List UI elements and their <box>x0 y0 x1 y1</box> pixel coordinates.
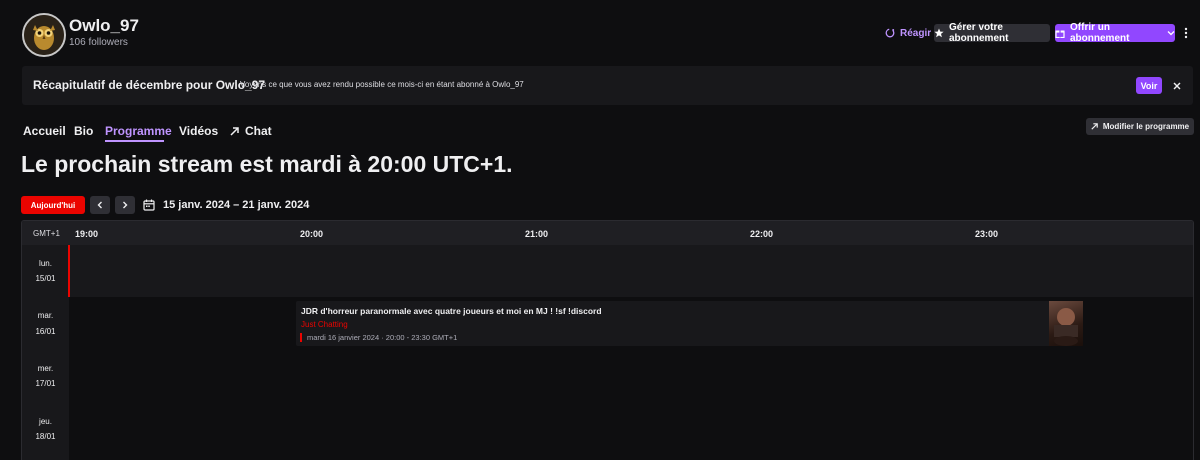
schedule-grid: GMT+1 19:00 20:00 21:00 22:00 23:00 lun.… <box>21 220 1194 460</box>
chevron-left-icon <box>96 201 104 209</box>
recap-title: Récapitulatif de décembre pour Owlo_97 <box>33 78 266 92</box>
category-color-bar <box>300 333 302 342</box>
hour-header: GMT+1 19:00 20:00 21:00 22:00 23:00 <box>22 221 1193 245</box>
category-thumbnail[interactable] <box>1049 301 1083 346</box>
recap-banner: Récapitulatif de décembre pour Owlo_97 V… <box>22 66 1193 105</box>
follower-count: 106 followers <box>69 37 128 48</box>
close-icon[interactable] <box>1170 77 1184 94</box>
next-week-button[interactable] <box>115 196 135 214</box>
tab-programme[interactable]: Programme <box>105 124 172 138</box>
day-date: 15/01 <box>35 274 56 283</box>
day-date: 18/01 <box>35 432 56 441</box>
tab-videos[interactable]: Vidéos <box>179 124 218 138</box>
react-icon <box>885 28 895 38</box>
tab-chat-label: Chat <box>245 124 272 138</box>
tab-accueil[interactable]: Accueil <box>23 124 66 138</box>
stream-category[interactable]: Just Chatting <box>301 320 348 329</box>
gift-subscription-button[interactable]: Offrir un abonnement <box>1055 22 1175 44</box>
today-button[interactable]: Aujourd'hui <box>21 196 85 214</box>
day-name: jeu. <box>39 417 52 426</box>
tab-bio[interactable]: Bio <box>74 124 93 138</box>
calendar-icon[interactable] <box>140 196 158 214</box>
timezone-label: GMT+1 <box>33 229 60 238</box>
hour-label: 23:00 <box>975 229 999 239</box>
date-range: 15 janv. 2024 – 21 janv. 2024 <box>163 199 310 211</box>
hour-label: 22:00 <box>750 229 774 239</box>
chevron-down-icon <box>1167 29 1175 37</box>
gift-icon <box>1055 28 1065 38</box>
scheduled-stream-card[interactable]: JDR d'horreur paranormale avec quatre jo… <box>296 301 1083 346</box>
hour-label: 20:00 <box>300 229 324 239</box>
recap-view-button[interactable]: Voir <box>1136 77 1162 94</box>
more-options-button[interactable] <box>1179 24 1193 42</box>
star-icon <box>934 28 944 38</box>
day-name: mar. <box>37 311 54 320</box>
hour-label: 21:00 <box>525 229 549 239</box>
chevron-right-icon <box>121 201 129 209</box>
active-tab-indicator <box>105 140 164 142</box>
previous-week-button[interactable] <box>90 196 110 214</box>
current-time-indicator <box>68 245 70 297</box>
today-row <box>22 245 1193 297</box>
next-stream-headline: Le prochain stream est mardi à 20:00 UTC… <box>21 151 513 177</box>
edit-schedule-label: Modifier le programme <box>1102 122 1190 131</box>
edit-schedule-button[interactable]: Modifier le programme <box>1086 118 1194 135</box>
external-arrow-icon <box>230 126 239 136</box>
manage-subscription-button[interactable]: Gérer votre abonnement <box>934 22 1050 44</box>
gift-subscription-label: Offrir un abonnement <box>1070 22 1130 44</box>
recap-text: Voyons ce que vous avez rendu possible c… <box>240 80 524 89</box>
day-name: mer. <box>37 364 54 373</box>
react-label: Réagir <box>900 27 932 39</box>
tab-chat[interactable]: Chat <box>230 124 272 138</box>
channel-avatar[interactable] <box>22 13 66 57</box>
day-name: lun. <box>39 259 52 268</box>
hour-label: 19:00 <box>75 229 99 239</box>
stream-title: JDR d'horreur paranormale avec quatre jo… <box>301 306 602 316</box>
manage-subscription-label: Gérer votre abonnement <box>949 22 1009 44</box>
day-date: 16/01 <box>35 327 56 336</box>
react-button[interactable]: Réagir <box>880 24 936 42</box>
more-vertical-icon <box>1184 27 1188 39</box>
day-date: 17/01 <box>35 379 56 388</box>
external-arrow-icon <box>1091 123 1098 130</box>
stream-time: mardi 16 janvier 2024 · 20:00 - 23:30 GM… <box>307 333 458 342</box>
channel-name[interactable]: Owlo_97 <box>69 16 139 36</box>
